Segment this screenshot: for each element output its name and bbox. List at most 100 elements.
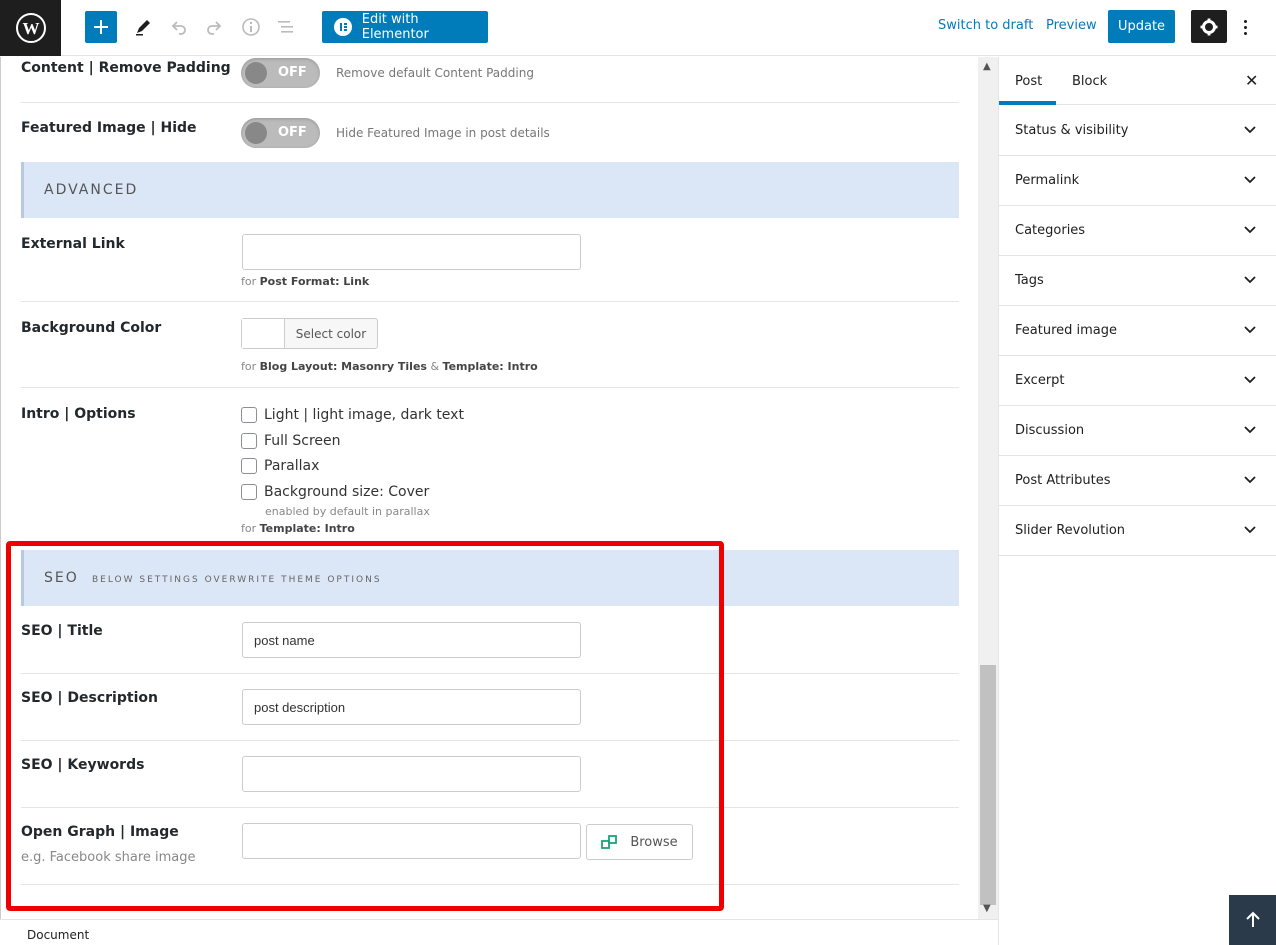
seo-description-input[interactable]: [242, 689, 581, 725]
checkbox[interactable]: [241, 458, 257, 474]
checkbox-label: Light | light image, dark text: [264, 407, 464, 423]
sidebar-panel[interactable]: Tags: [999, 256, 1276, 306]
update-button[interactable]: Update: [1108, 10, 1175, 43]
pencil-icon: [136, 20, 150, 36]
toggle-state: OFF: [278, 125, 307, 140]
seo-title-label: SEO | Title: [21, 623, 103, 639]
background-color-label: Background Color: [21, 320, 162, 336]
plus-icon: [94, 20, 108, 34]
advanced-section-title: ADVANCED: [44, 182, 139, 198]
browse-button[interactable]: Browse: [586, 824, 693, 860]
chevron-down-icon: [1244, 126, 1256, 134]
checkbox-light[interactable]: Light | light image, dark text: [241, 407, 464, 423]
seo-title-input[interactable]: [242, 622, 581, 658]
tab-post[interactable]: Post: [1015, 74, 1042, 89]
featured-hide-label: Featured Image | Hide: [21, 120, 197, 136]
wordpress-logo-button[interactable]: W: [0, 0, 61, 56]
wordpress-icon: W: [15, 13, 46, 43]
chevron-down-icon: [1244, 176, 1256, 184]
select-color-button[interactable]: Select color: [241, 318, 378, 349]
seo-description-label: SEO | Description: [21, 690, 158, 706]
scrollbar-thumb[interactable]: [980, 665, 996, 905]
elementor-label: Edit with Elementor: [361, 12, 429, 42]
sidebar-panel[interactable]: Discussion: [999, 406, 1276, 456]
scroll-down-arrow-icon[interactable]: ▼: [983, 903, 991, 914]
color-swatch: [242, 319, 285, 348]
sidebar-panel[interactable]: Permalink: [999, 156, 1276, 206]
tab-block[interactable]: Block: [1072, 74, 1107, 89]
preview-button[interactable]: Preview: [1046, 18, 1097, 33]
chevron-down-icon: [1244, 526, 1256, 534]
sidebar-panel[interactable]: Categories: [999, 206, 1276, 256]
intro-options-label: Intro | Options: [21, 406, 136, 422]
sidebar-panel[interactable]: Excerpt: [999, 356, 1276, 406]
add-block-button[interactable]: [85, 11, 117, 43]
redo-button[interactable]: [198, 11, 230, 43]
external-link-input[interactable]: [242, 234, 581, 270]
settings-button[interactable]: [1191, 10, 1227, 43]
seo-section-subtitle: BELOW SETTINGS OVERWRITE THEME OPTIONS: [92, 575, 382, 585]
og-image-row: Open Graph | Image e.g. Facebook share i…: [21, 808, 959, 885]
list-outline-icon: [278, 21, 293, 33]
remove-padding-row: Content | Remove Padding OFF Remove defa…: [21, 57, 959, 103]
checkbox-full-screen[interactable]: Full Screen: [241, 433, 341, 449]
info-icon: [242, 18, 260, 36]
edit-with-elementor-button[interactable]: Edit with Elementor: [322, 11, 488, 43]
checkbox-background-cover[interactable]: Background size: Cover: [241, 484, 429, 500]
external-link-note: for Post Format: Link: [241, 275, 370, 288]
seo-description-row: SEO | Description: [21, 674, 959, 741]
chevron-down-icon: [1244, 376, 1256, 384]
chevron-down-icon: [1244, 276, 1256, 284]
chevron-down-icon: [1244, 326, 1256, 334]
sidebar-panel-label: Discussion: [1015, 423, 1085, 438]
scroll-up-arrow-icon[interactable]: ▲: [983, 61, 991, 72]
settings-sidebar: Post Block ✕ Status & visibility Permalin…: [998, 57, 1276, 945]
sidebar-tabs: Post Block ✕: [999, 57, 1276, 105]
content-scrollbar[interactable]: ▲ ▼: [978, 57, 998, 919]
toggle-knob: [245, 122, 267, 144]
featured-hide-toggle[interactable]: OFF: [241, 118, 320, 148]
breadcrumb-document[interactable]: Document: [27, 928, 89, 942]
seo-keywords-row: SEO | Keywords: [21, 741, 959, 808]
undo-icon: [171, 21, 186, 35]
browse-icon: [601, 834, 618, 849]
arrow-up-icon: [1245, 911, 1260, 927]
select-color-label: Select color: [295, 326, 367, 341]
sidebar-panel-label: Permalink: [1015, 173, 1080, 188]
more-options-button[interactable]: [1236, 12, 1254, 42]
checkbox-label: Full Screen: [264, 433, 341, 449]
sidebar-panel-label: Excerpt: [1015, 373, 1065, 388]
cover-sub-note: enabled by default in parallax: [265, 505, 430, 518]
seo-section-title: SEO: [44, 570, 79, 586]
undo-button[interactable]: [163, 11, 195, 43]
sidebar-panel-label: Categories: [1015, 223, 1086, 238]
tools-button[interactable]: [127, 11, 159, 43]
switch-to-draft-button[interactable]: Switch to draft: [938, 18, 1033, 33]
checkbox[interactable]: [241, 433, 257, 449]
remove-padding-toggle[interactable]: OFF: [241, 58, 320, 88]
intro-options-row: Intro | Options Light | light image, dar…: [21, 388, 959, 550]
external-link-label: External Link: [21, 236, 125, 252]
close-icon[interactable]: ✕: [1245, 71, 1258, 90]
sidebar-panel[interactable]: Post Attributes: [999, 456, 1276, 506]
info-button[interactable]: [235, 11, 267, 43]
more-vertical-icon: [1243, 19, 1247, 23]
chevron-down-icon: [1244, 476, 1256, 484]
redo-icon: [207, 21, 222, 35]
checkbox[interactable]: [241, 484, 257, 500]
editor-header: W Edit with Elementor Switch to draft Pr…: [0, 0, 1276, 56]
outline-button[interactable]: [270, 11, 302, 43]
checkbox-parallax[interactable]: Parallax: [241, 458, 319, 474]
advanced-section-header: ADVANCED: [21, 162, 959, 218]
scroll-to-top-button[interactable]: [1229, 895, 1276, 945]
sidebar-panel[interactable]: Slider Revolution: [999, 506, 1276, 556]
sidebar-panel[interactable]: Status & visibility: [999, 106, 1276, 156]
sidebar-panel-label: Post Attributes: [1015, 473, 1111, 488]
background-color-note: for Blog Layout: Masonry Tiles & Templat…: [241, 360, 538, 373]
seo-keywords-input[interactable]: [242, 756, 581, 792]
og-image-input[interactable]: [242, 823, 581, 859]
sidebar-panel[interactable]: Featured image: [999, 306, 1276, 356]
editor-footer: Document: [0, 919, 998, 945]
elementor-icon: [334, 18, 352, 36]
checkbox[interactable]: [241, 407, 257, 423]
